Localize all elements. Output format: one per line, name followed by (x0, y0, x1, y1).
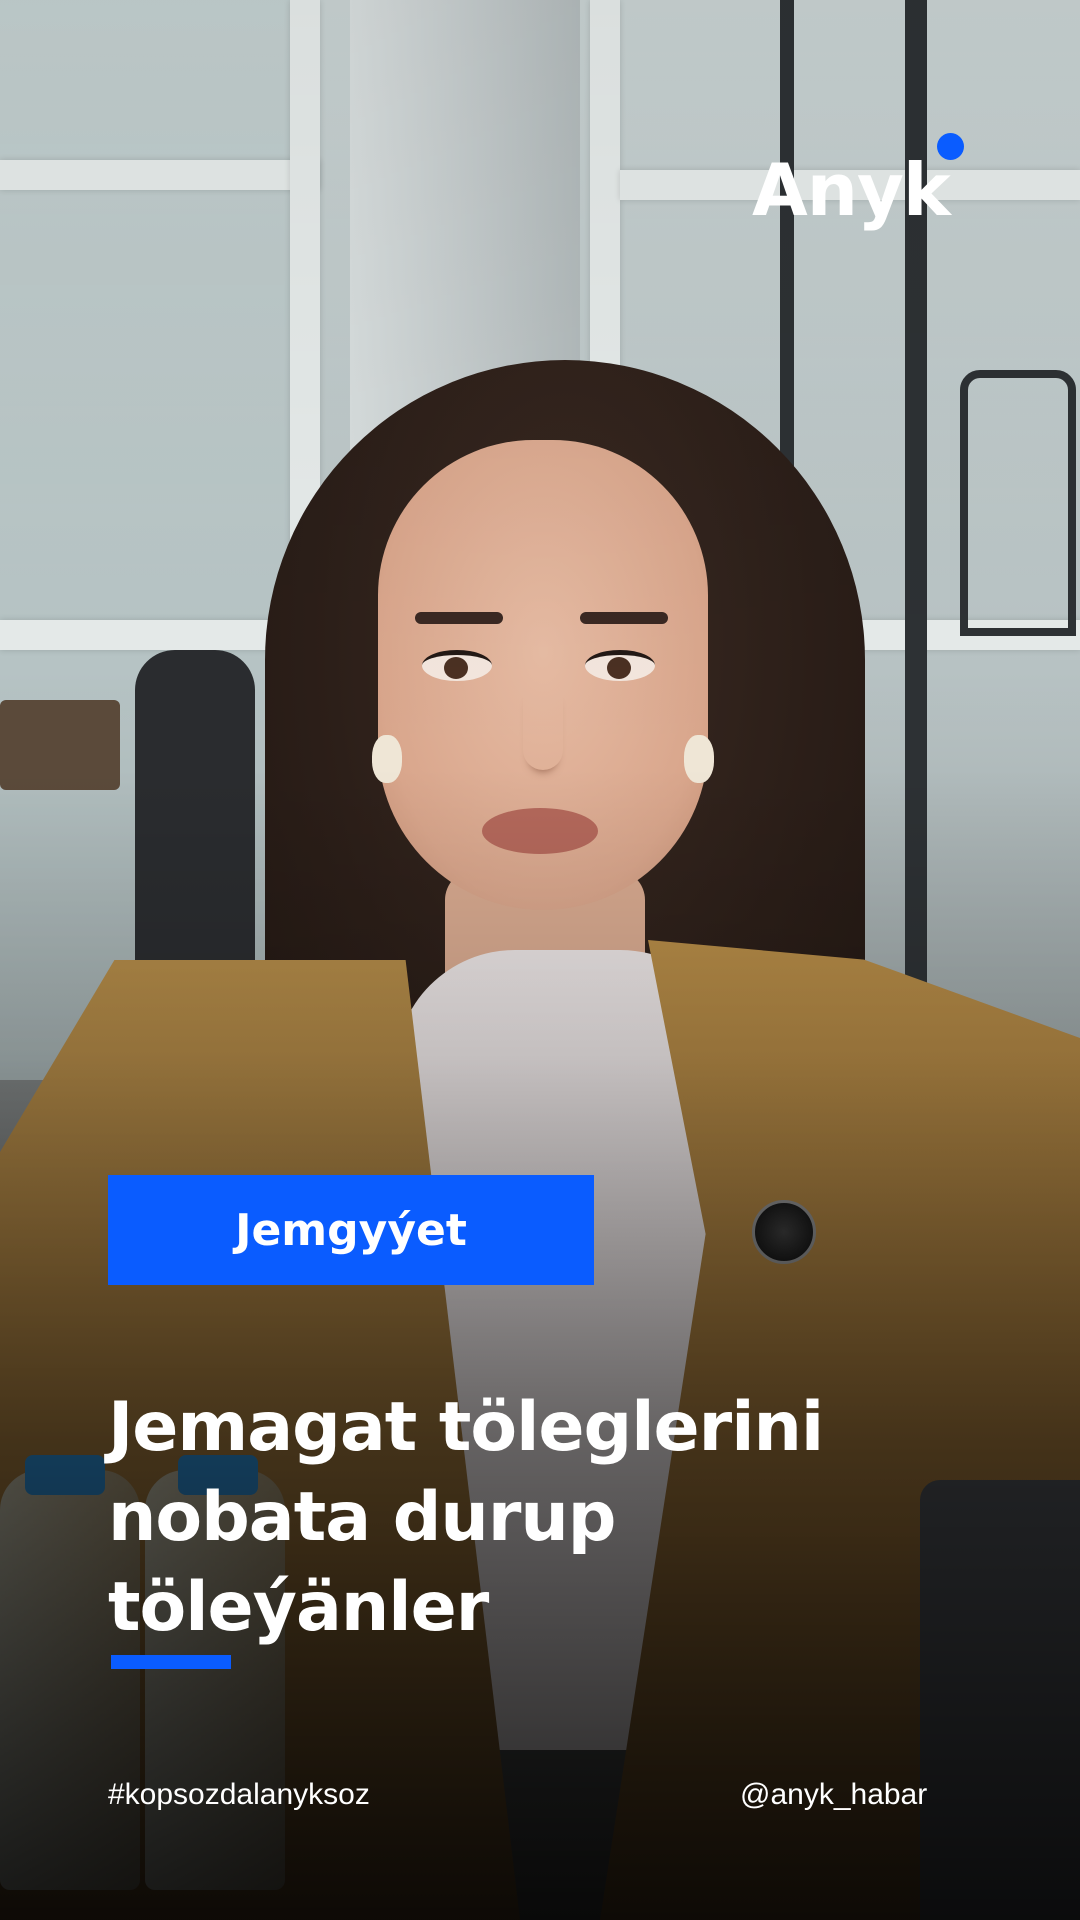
social-handle: @anyk_habar (740, 1778, 928, 1811)
hashtag: #kopsozdalanyksoz (108, 1778, 370, 1811)
brand-logo: Anyk (752, 148, 951, 232)
accent-bar (111, 1655, 231, 1669)
category-label: Jemgyýet (235, 1204, 467, 1256)
category-badge[interactable]: Jemgyýet (108, 1175, 594, 1285)
headline: Jemagat töleglerini nobata durup töleýän… (108, 1388, 824, 1647)
brand-dot-icon (937, 133, 964, 160)
